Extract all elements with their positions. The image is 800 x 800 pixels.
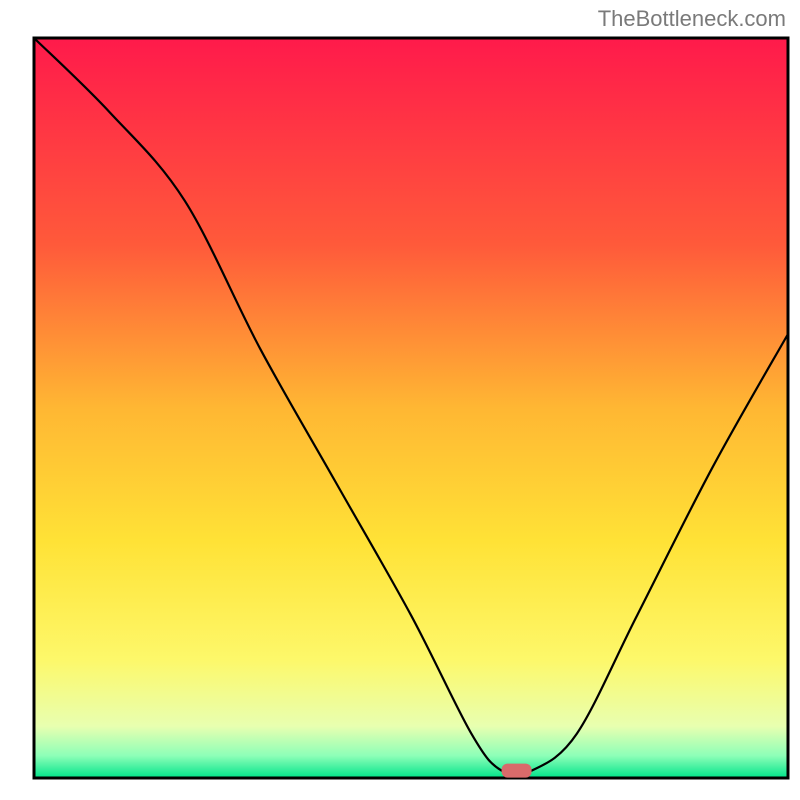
attribution-text: TheBottleneck.com	[598, 6, 786, 32]
chart-container: TheBottleneck.com	[0, 0, 800, 800]
optimal-marker	[502, 764, 532, 778]
bottleneck-chart	[0, 0, 800, 800]
plot-background	[34, 38, 788, 778]
